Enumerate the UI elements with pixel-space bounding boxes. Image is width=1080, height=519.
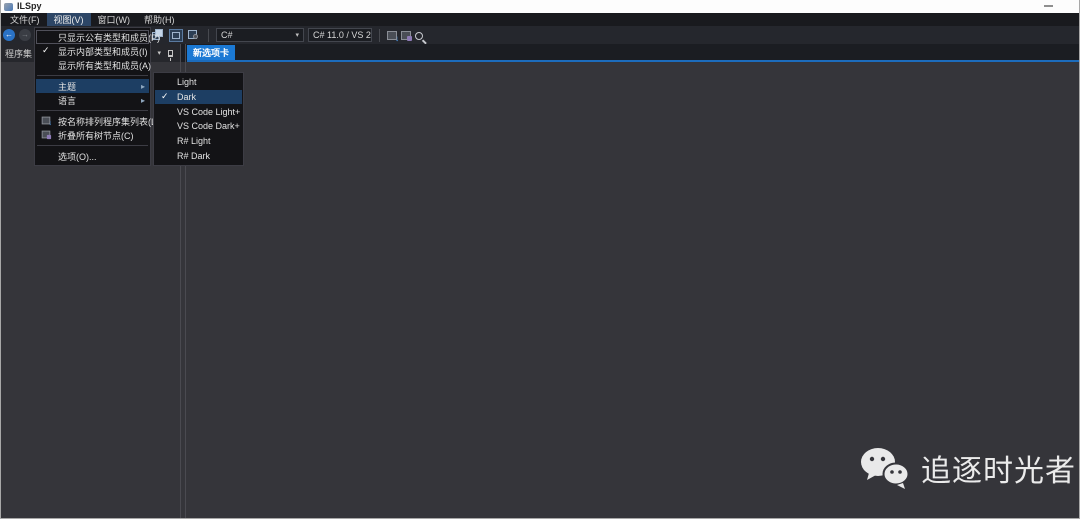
chevron-down-icon: ▾	[289, 31, 299, 39]
toolbar-separator	[379, 29, 380, 42]
menuitem-label: VS Code Light+	[177, 107, 240, 117]
ilspy-window: ILSpy 文件(F) 视图(V) 窗口(W) 帮助(H) ← → C# ▾ C…	[0, 0, 1080, 519]
menuitem-internal-types[interactable]: ✓ 显示内部类型和成员(I)	[36, 44, 149, 58]
menuitem-collapse-nodes[interactable]: 折叠所有树节点(C)	[36, 128, 149, 142]
sort-assemblies-icon[interactable]	[387, 31, 397, 40]
version-combo-value: C# 11.0 / VS 202	[313, 30, 372, 40]
theme-vscode-light[interactable]: VS Code Light+	[155, 104, 242, 119]
forward-button[interactable]: →	[19, 29, 31, 41]
menuitem-label: 显示所有类型和成员(A)	[58, 59, 151, 72]
back-button[interactable]: ←	[3, 29, 15, 41]
check-icon: ✓	[161, 91, 169, 102]
menuitem-label: 语言	[58, 94, 76, 107]
panel-menu-dropdown-icon[interactable]: ▾	[157, 49, 161, 57]
language-combo[interactable]: C# ▾	[216, 28, 304, 42]
dock-window-toggle-icon[interactable]	[169, 29, 183, 42]
pin-icon[interactable]	[168, 50, 173, 57]
search-icon[interactable]	[415, 32, 423, 40]
language-combo-value: C#	[221, 30, 233, 40]
menuitem-language[interactable]: 语言 ▸	[36, 93, 149, 107]
collapse-all-icon[interactable]	[401, 31, 411, 40]
menuitem-sort-assemblies[interactable]: 按名称排列程序集列表(L)	[36, 114, 149, 128]
titlebar: ILSpy	[1, 0, 1079, 13]
menuitem-label: Light	[177, 77, 197, 87]
wechat-icon	[859, 446, 911, 490]
tab-strip: 程序集 ▾ 新选项卡	[1, 44, 1079, 62]
toolbar-separator	[208, 29, 209, 42]
watermark: 追逐时光者	[859, 446, 1076, 490]
menuitem-label: 按名称排列程序集列表(L)	[58, 115, 159, 128]
theme-rsharp-dark[interactable]: R# Dark	[155, 148, 242, 163]
menuitem-label: 只显示公有类型和成员(P)	[58, 31, 160, 44]
menuitem-label: 显示内部类型和成员(I)	[58, 45, 148, 58]
menuitem-options[interactable]: 选项(O)...	[36, 149, 149, 163]
menu-separator	[37, 145, 148, 146]
theme-light[interactable]: Light	[155, 75, 242, 90]
menu-separator	[37, 75, 148, 76]
menu-window[interactable]: 窗口(W)	[91, 13, 138, 26]
submenu-arrow-icon: ▸	[141, 96, 145, 105]
menuitem-all-types[interactable]: 显示所有类型和成员(A)	[36, 58, 149, 72]
ilspy-logo-icon	[4, 3, 13, 11]
watermark-text: 追逐时光者	[921, 446, 1076, 490]
window-title: ILSpy	[17, 0, 42, 13]
menuitem-label: R# Dark	[177, 151, 210, 161]
theme-submenu: Light ✓ Dark VS Code Light+ VS Code Dark…	[153, 72, 244, 166]
menuitem-label: 选项(O)...	[58, 150, 97, 163]
menu-help[interactable]: 帮助(H)	[137, 13, 182, 26]
tab-new[interactable]: 新选项卡	[187, 45, 235, 60]
menu-separator	[37, 110, 148, 111]
menuitem-label: 折叠所有树节点(C)	[58, 129, 134, 142]
theme-vscode-dark[interactable]: VS Code Dark+	[155, 119, 242, 134]
toolbar: ← → C# ▾ C# 11.0 / VS 202 ▾	[1, 26, 1079, 44]
theme-rsharp-light[interactable]: R# Light	[155, 134, 242, 149]
view-menu-dropdown: 只显示公有类型和成员(P) ✓ 显示内部类型和成员(I) 显示所有类型和成员(A…	[34, 27, 151, 166]
menu-view[interactable]: 视图(V)	[47, 13, 91, 26]
menubar: 文件(F) 视图(V) 窗口(W) 帮助(H)	[1, 13, 1079, 26]
submenu-arrow-icon: ▸	[141, 82, 145, 91]
check-icon: ✓	[42, 45, 50, 56]
sort-assemblies-icon	[42, 117, 51, 125]
collapse-all-icon	[42, 131, 51, 139]
menuitem-label: Dark	[177, 92, 196, 102]
menuitem-public-only[interactable]: 只显示公有类型和成员(P)	[36, 30, 149, 44]
menuitem-theme[interactable]: 主题 ▸	[36, 79, 149, 93]
menu-file[interactable]: 文件(F)	[3, 13, 47, 26]
window-settings-icon[interactable]	[187, 29, 201, 42]
menuitem-label: VS Code Dark+	[177, 121, 240, 131]
language-version-combo[interactable]: C# 11.0 / VS 202 ▾	[308, 28, 372, 42]
menuitem-label: R# Light	[177, 136, 211, 146]
theme-dark[interactable]: ✓ Dark	[155, 90, 242, 105]
minimize-button[interactable]	[1044, 5, 1053, 7]
menuitem-label: 主题	[58, 80, 76, 93]
assemblies-panel-title: 程序集	[5, 47, 32, 60]
